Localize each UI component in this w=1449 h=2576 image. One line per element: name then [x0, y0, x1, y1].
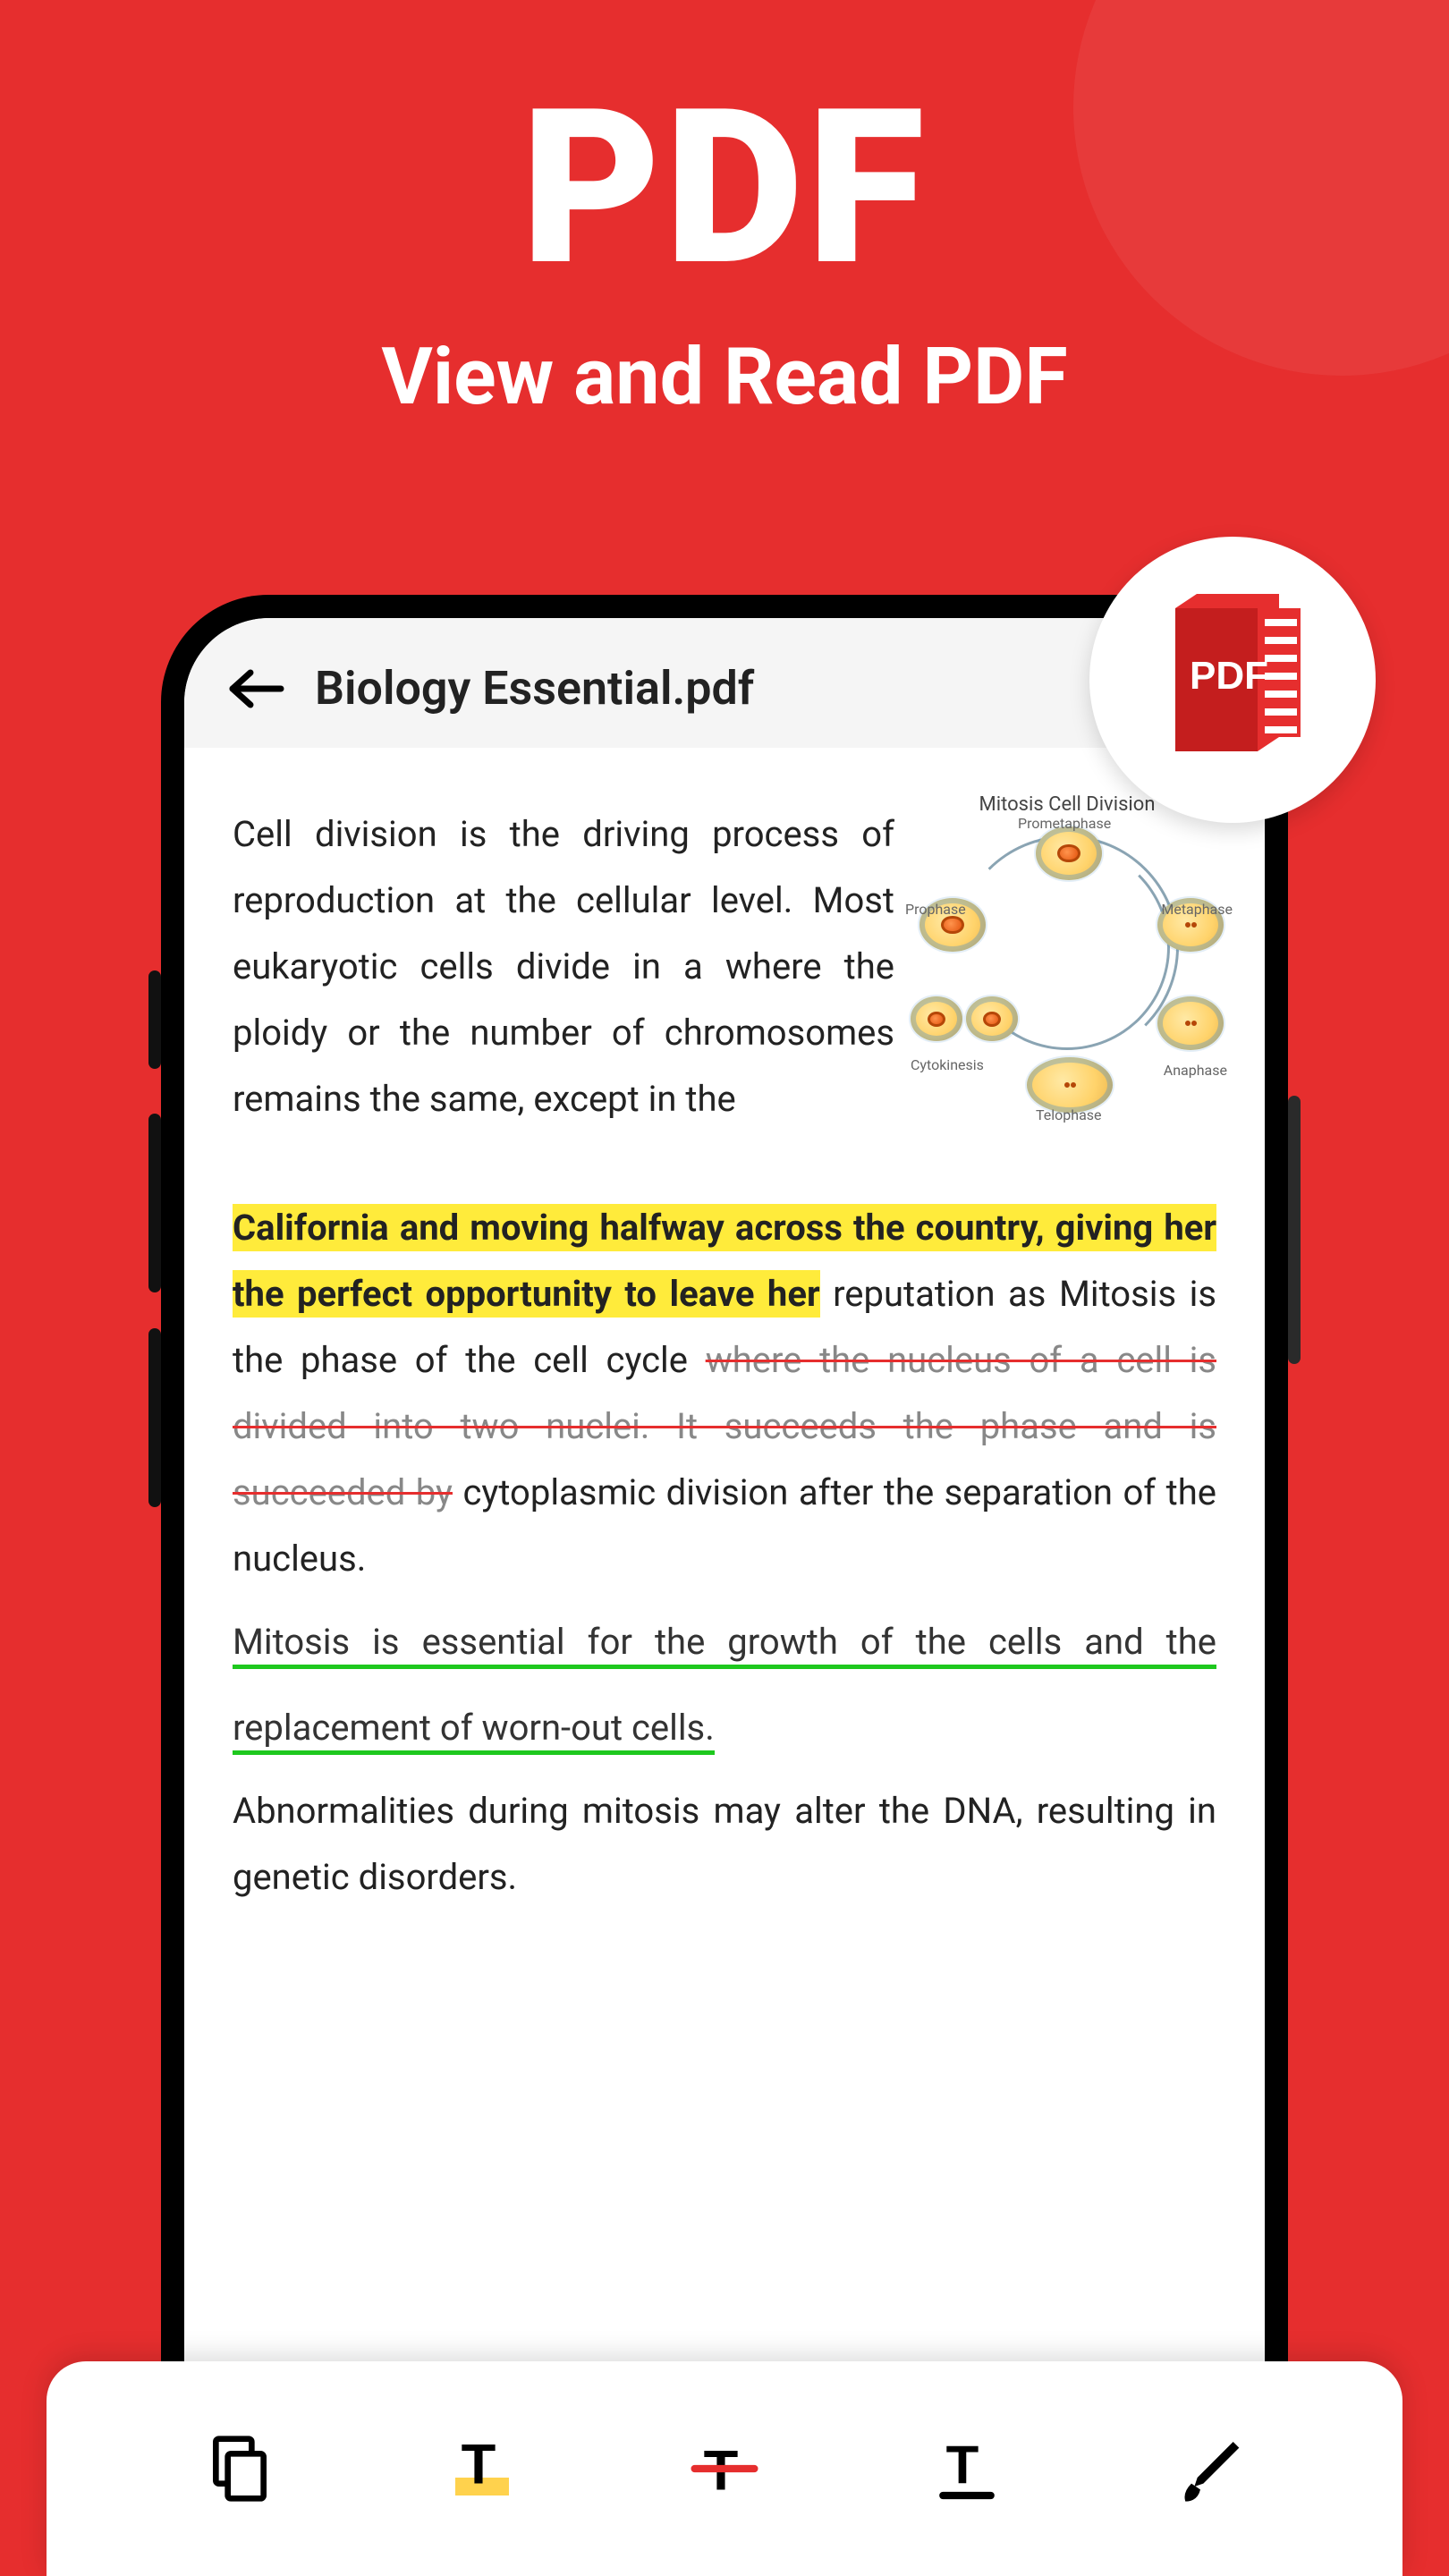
phone-volume-down — [148, 1328, 161, 1507]
phone-screen: Biology Essential.pdf Mitosis Cell Divis… — [184, 618, 1265, 2576]
annotation-toolbar: T T T — [47, 2361, 1402, 2576]
back-button[interactable] — [224, 666, 288, 711]
hero-title: PDF — [0, 80, 1449, 295]
phone-power-button — [1288, 1096, 1301, 1364]
diagram-label: Metaphase — [1161, 896, 1233, 923]
highlight-icon: T — [446, 2433, 518, 2504]
copy-button[interactable] — [191, 2419, 289, 2518]
arrow-left-icon — [224, 666, 288, 711]
draw-button[interactable] — [1160, 2419, 1258, 2518]
brush-icon — [1174, 2433, 1245, 2504]
doc-underline-block: Mitosis is essential for the growth of t… — [233, 1599, 1216, 1771]
doc-tail: Abnormalities during mitosis may alter t… — [233, 1778, 1216, 1911]
diagram-label: Telophase — [1036, 1102, 1102, 1129]
underline-icon: T — [931, 2433, 1003, 2504]
copy-icon — [204, 2433, 275, 2504]
diagram-label: Prophase — [905, 896, 966, 923]
strikethrough-button[interactable]: T — [675, 2419, 774, 2518]
diagram-label: Anaphase — [1164, 1057, 1227, 1084]
diagram-label: Cytokinesis — [911, 1052, 984, 1079]
document-view[interactable]: Mitosis Cell Division Prometaphase Proph… — [184, 748, 1265, 2576]
phone-mockup: Biology Essential.pdf Mitosis Cell Divis… — [161, 595, 1288, 2576]
pdf-badge-label: PDF — [1190, 654, 1268, 698]
mitosis-diagram: Mitosis Cell Division Prometaphase Proph… — [911, 791, 1224, 1148]
svg-text:T: T — [946, 2436, 979, 2496]
hero-section: PDF View and Read PDF — [0, 80, 1449, 423]
file-title: Biology Essential.pdf — [315, 661, 754, 716]
underline-button[interactable]: T — [918, 2419, 1016, 2518]
phone-volume-up — [148, 1114, 161, 1292]
pdf-file-icon: PDF — [1143, 590, 1322, 769]
doc-body: California and moving halfway across the… — [233, 1195, 1216, 1592]
pdf-badge: PDF — [1089, 537, 1376, 823]
diagram-label: Prometaphase — [1018, 810, 1111, 837]
phone-side-button — [148, 970, 161, 1069]
app-promo-canvas: PDF View and Read PDF PDF — [0, 0, 1449, 2576]
svg-text:T: T — [462, 2434, 496, 2496]
underlined-text[interactable]: Mitosis is essential for the growth of t… — [233, 1621, 1216, 1755]
strikethrough-icon: T — [689, 2433, 760, 2504]
hero-subtitle: View and Read PDF — [0, 331, 1449, 423]
highlight-button[interactable]: T — [433, 2419, 531, 2518]
